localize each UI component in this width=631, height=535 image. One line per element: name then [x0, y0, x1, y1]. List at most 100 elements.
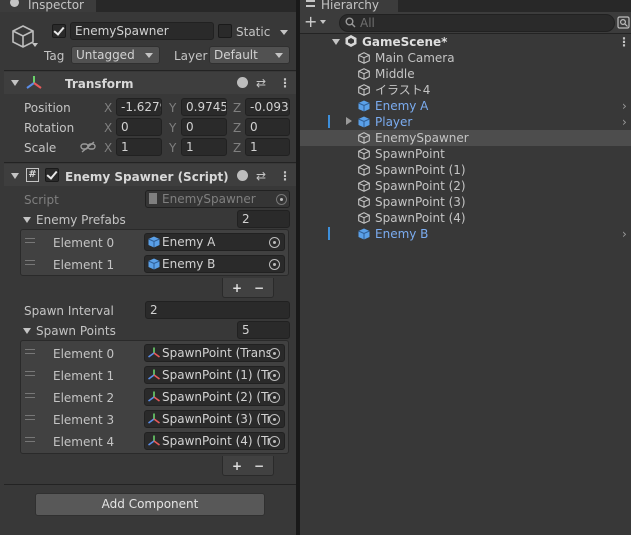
help-icon[interactable]	[237, 77, 248, 88]
presets-icon[interactable]: ⇄	[256, 76, 266, 90]
gameobject-name-input[interactable]: EnemySpawner	[70, 22, 214, 40]
hierarchy-item-middle[interactable]: Middle	[375, 67, 415, 81]
script-enabled-toggle[interactable]	[45, 168, 59, 182]
enemy-prefab-element-field[interactable]: Enemy A	[144, 233, 285, 251]
scene-menu-icon[interactable]: ⋮	[618, 35, 630, 49]
inspector-tab[interactable]: Inspector	[0, 0, 96, 12]
spawn-point-element-field[interactable]: SpawnPoint (4) (Tr	[144, 432, 285, 450]
position-y-label[interactable]: Y	[169, 101, 176, 115]
enemy-prefabs-foldout-icon[interactable]	[23, 217, 31, 223]
spawn-point-element-field[interactable]: SpawnPoint (2) (Tr	[144, 388, 285, 406]
rotation-x-field[interactable]: 0	[116, 118, 162, 136]
rotation-y-label[interactable]: Y	[169, 121, 176, 135]
hierarchy-item-player[interactable]: Player	[375, 115, 412, 129]
hierarchy-item-spawn-point-3[interactable]: SpawnPoint (3)	[375, 195, 466, 209]
add-element-button[interactable]: +	[232, 459, 242, 473]
drag-handle-icon[interactable]	[25, 349, 35, 354]
hierarchy-item-enemy-spawner[interactable]: EnemySpawner	[375, 131, 469, 145]
rotation-z-field[interactable]: 0	[245, 118, 290, 136]
open-prefab-chevron-icon[interactable]: ›	[622, 115, 627, 129]
link-icon[interactable]	[80, 140, 96, 154]
player-expand-icon[interactable]	[346, 117, 352, 125]
position-y-field[interactable]: 0.9745	[181, 98, 227, 116]
rotation-y-field[interactable]: 0	[181, 118, 227, 136]
scale-y-field[interactable]: 1	[181, 138, 227, 156]
spawn-points-label[interactable]: Spawn Points	[36, 324, 116, 338]
spawn-point-element-field[interactable]: SpawnPoint (3) (Tr	[144, 410, 285, 428]
icon-dropdown-arrow-icon[interactable]	[32, 43, 38, 47]
open-prefab-chevron-icon[interactable]: ›	[622, 99, 627, 113]
object-picker-icon[interactable]	[269, 436, 280, 447]
filter-icon[interactable]	[617, 16, 630, 29]
scale-x-label[interactable]: X	[104, 141, 112, 155]
gameobject-icon	[358, 180, 370, 192]
prefab-cube-icon	[358, 228, 370, 240]
drag-handle-icon[interactable]	[25, 260, 35, 265]
script-foldout-icon[interactable]	[11, 173, 19, 179]
object-picker-icon[interactable]	[269, 414, 280, 425]
object-picker-icon[interactable]	[269, 237, 280, 248]
drag-handle-icon[interactable]	[25, 393, 35, 398]
hierarchy-search-input[interactable]: All	[339, 14, 615, 32]
drag-handle-icon[interactable]	[25, 437, 35, 442]
context-menu-icon[interactable]: ⋮	[279, 169, 291, 183]
spawn-point-element-field[interactable]: SpawnPoint (1) (Tr	[144, 366, 285, 384]
hierarchy-item-illust4[interactable]: イラスト4	[375, 83, 430, 97]
position-z-field[interactable]: -0.093	[245, 98, 290, 116]
inspector-panel: Inspector EnemySpawner Static Tag Untagg…	[0, 0, 296, 535]
position-x-field[interactable]: -1.6279	[116, 98, 162, 116]
hierarchy-tab[interactable]: Hierarchy	[300, 0, 398, 12]
create-button[interactable]: +	[304, 14, 317, 30]
transform-header[interactable]	[4, 72, 296, 94]
enemy-prefab-element-field[interactable]: Enemy B	[144, 255, 285, 273]
add-element-button[interactable]: +	[232, 281, 242, 295]
script-label: Script	[24, 193, 59, 207]
scene-name[interactable]: GameScene*	[362, 35, 447, 49]
rotation-z-label[interactable]: Z	[233, 121, 241, 135]
scale-z-field[interactable]: 1	[245, 138, 290, 156]
hierarchy-item-spawn-point-1[interactable]: SpawnPoint (1)	[375, 163, 466, 177]
spawn-points-foldout-icon[interactable]	[23, 328, 31, 334]
presets-icon[interactable]: ⇄	[256, 169, 266, 183]
hierarchy-item-enemy-a[interactable]: Enemy A	[375, 99, 428, 113]
transform-foldout-icon[interactable]	[11, 80, 19, 86]
hierarchy-panel: Hierarchy + All GameScene* ⋮ Main Camera…	[300, 0, 631, 535]
object-picker-icon[interactable]	[269, 392, 280, 403]
remove-element-button[interactable]: −	[254, 281, 264, 295]
spawn-point-element-field[interactable]: SpawnPoint (Trans	[144, 344, 285, 362]
help-icon[interactable]	[237, 170, 248, 181]
remove-element-button[interactable]: −	[254, 459, 264, 473]
position-z-label[interactable]: Z	[233, 101, 241, 115]
layer-dropdown[interactable]: Default	[209, 46, 290, 64]
open-prefab-chevron-icon[interactable]: ›	[622, 227, 627, 241]
tag-dropdown[interactable]: Untagged	[71, 46, 160, 64]
position-x-label[interactable]: X	[104, 101, 112, 115]
spawn-points-size-field[interactable]: 5	[237, 321, 290, 339]
scale-y-label[interactable]: Y	[169, 141, 176, 155]
object-picker-icon[interactable]	[269, 348, 280, 359]
object-picker-icon[interactable]	[269, 259, 280, 270]
add-component-button[interactable]: Add Component	[35, 493, 265, 516]
scale-z-label[interactable]: Z	[233, 141, 241, 155]
drag-handle-icon[interactable]	[25, 238, 35, 243]
transform-title: Transform	[65, 77, 134, 91]
create-dropdown-icon[interactable]	[320, 20, 326, 24]
spawn-interval-field[interactable]: 2	[145, 301, 290, 319]
hierarchy-item-enemy-b[interactable]: Enemy B	[375, 227, 428, 241]
context-menu-icon[interactable]: ⋮	[279, 76, 291, 90]
hierarchy-item-spawn-point-4[interactable]: SpawnPoint (4)	[375, 211, 466, 225]
hierarchy-item-spawn-point[interactable]: SpawnPoint	[375, 147, 445, 161]
drag-handle-icon[interactable]	[25, 415, 35, 420]
enemy-prefabs-size-field[interactable]: 2	[237, 210, 290, 228]
hierarchy-item-spawn-point-2[interactable]: SpawnPoint (2)	[375, 179, 466, 193]
scale-x-field[interactable]: 1	[116, 138, 162, 156]
active-toggle[interactable]	[52, 24, 66, 38]
rotation-x-label[interactable]: X	[104, 121, 112, 135]
static-toggle[interactable]	[218, 24, 232, 38]
enemy-prefabs-label[interactable]: Enemy Prefabs	[36, 213, 126, 227]
scene-foldout-icon[interactable]	[332, 39, 340, 45]
object-picker-icon[interactable]	[269, 370, 280, 381]
static-dropdown-icon[interactable]	[280, 30, 288, 35]
drag-handle-icon[interactable]	[25, 371, 35, 376]
hierarchy-item-main-camera[interactable]: Main Camera	[375, 51, 455, 65]
